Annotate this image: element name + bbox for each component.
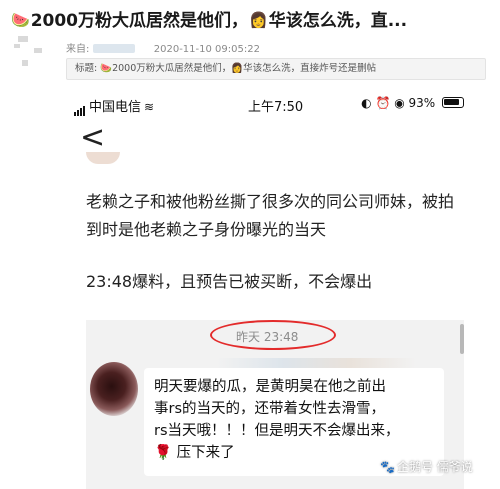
title-box: 标题: 🍉2000万粉大瓜居然是他们，👩华该怎么洗，直接炸号还是删帖 [66,58,486,80]
scrollbar[interactable] [460,324,464,354]
message-line-3: rs当天哦！！！但是明天不会爆出来， [154,423,400,439]
back-button[interactable]: < [80,123,105,154]
status-bar: 中国电信 ≋ 上午7:50 ◐ ⏰ ◉ 93% [60,92,476,116]
paw-icon: 🐾 [380,460,395,474]
status-time: 上午7:50 [248,100,304,115]
title-box-part-2: 华该怎么洗，直接炸号还是删帖 [243,63,377,74]
body-paragraph-1: 老赖之子和被他粉丝撕了很多次的同公司师妹，被拍到时是他老赖之子身份曝光的当天 [86,192,455,239]
title-box-part-1: 2000万粉大瓜居然是他们， [112,63,232,74]
post-title[interactable]: 🍉2000万粉大瓜居然是他们，👩华该怎么洗，直... [10,6,498,32]
post-title-part-2: 华该怎么洗，直... [268,11,408,31]
watermark: 🐾 企鹅号 儒爷说 [380,458,473,475]
post-body: 老赖之子和被他粉丝撕了很多次的同公司师妹，被拍到时是他老赖之子身份曝光的当天 2… [86,188,466,320]
blurred-strip [216,358,416,368]
message-line-2: 事rs的当天的，还带着女性去滑雪， [154,401,386,417]
phone-screenshot: 中国电信 ≋ 上午7:50 ◐ ⏰ ◉ 93% < 老赖之子和被他粉丝撕了很多次的… [60,88,476,489]
watermelon-icon: 🍉 [100,63,113,74]
screenshot-page: 🍉2000万粉大瓜居然是他们，👩华该怎么洗，直... 来自: 2020-11-1… [0,0,500,489]
woman-icon: 👩 [249,11,268,29]
battery-icon [442,97,464,108]
watermelon-icon: 🍉 [11,11,30,29]
post-meta: 来自: 2020-11-10 09:05:22 [66,40,260,55]
author-name-blurred[interactable] [92,44,135,53]
post-date: 2020-11-10 09:05:22 [153,44,260,55]
signal-icon [74,101,86,116]
title-box-label: 标题: [75,63,98,74]
from-label: 来自: [66,44,90,55]
message-line-1: 明天要爆的瓜，是黄明昊在他之前出 [154,379,386,395]
sender-avatar[interactable] [90,362,138,416]
profile-image-blurred [86,152,120,164]
watermark-text: 企鹅号 儒爷说 [396,460,473,474]
post-title-part-1: 2000万粉大瓜居然是他们， [30,11,249,31]
wifi-icon: ≋ [144,100,155,114]
body-paragraph-2: 23:48爆料，且预告已被买断，不会爆出 [86,272,373,291]
chat-timestamp: 昨天 23:48 [236,330,299,344]
carrier-name: 中国电信 [89,100,142,115]
status-icons: ◐ ⏰ ◉ 93% [361,96,436,110]
woman-icon: 👩 [231,63,244,74]
author-avatar[interactable] [12,34,52,70]
